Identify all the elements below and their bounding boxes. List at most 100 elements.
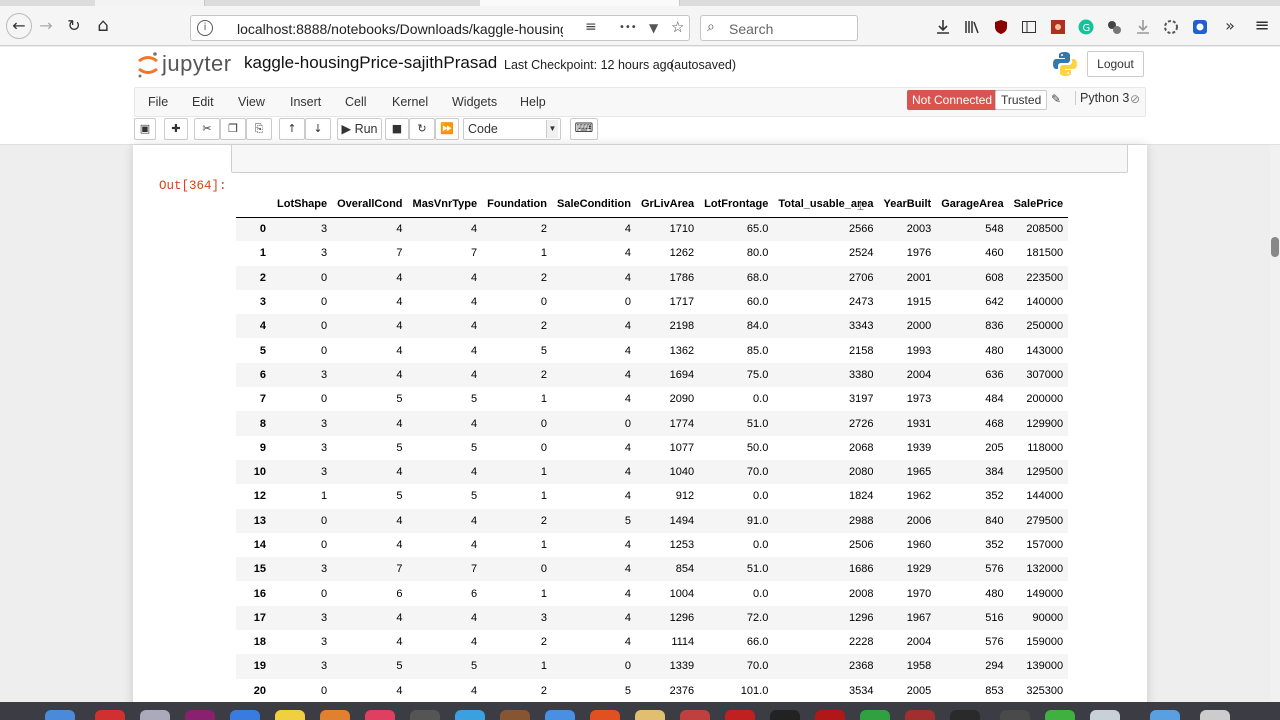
search-placeholder: Search xyxy=(729,21,774,37)
reload-icon[interactable]: ↻ xyxy=(62,14,86,38)
dock-app-icon[interactable] xyxy=(230,710,260,720)
dock-trash-icon[interactable] xyxy=(1200,710,1230,720)
home-icon[interactable]: ⌂ xyxy=(91,14,115,38)
jupyter-logo-icon[interactable] xyxy=(136,50,160,80)
dock-app-icon[interactable] xyxy=(725,710,755,720)
menu-kernel[interactable]: Kernel xyxy=(392,95,428,109)
site-info-icon[interactable]: i xyxy=(197,20,213,36)
grammarly-icon[interactable]: G xyxy=(1078,19,1094,35)
bookmark-star-icon[interactable]: ☆ xyxy=(671,18,684,36)
table-cell: 3 xyxy=(321,223,328,236)
previous-code-cell[interactable] xyxy=(231,145,1128,173)
hamburger-menu-icon[interactable]: ≡ xyxy=(1250,14,1274,38)
cell-type-select[interactable]: Code ▼ xyxy=(463,118,561,140)
restart-run-all-icon[interactable]: ⏩ xyxy=(435,118,459,140)
menu-edit[interactable]: Edit xyxy=(192,95,214,109)
move-down-icon[interactable]: ↓ xyxy=(305,118,331,140)
run-button[interactable]: ▶ Run xyxy=(337,118,382,140)
paste-icon[interactable]: ⎘ xyxy=(246,118,272,140)
url-bar[interactable]: i localhost:8888/notebooks/Downloads/kag… xyxy=(190,15,690,41)
extension-gear-icon[interactable] xyxy=(1163,19,1179,35)
dock-app-icon[interactable] xyxy=(95,710,125,720)
dock-app-icon[interactable] xyxy=(1045,710,1075,720)
dock-folder-icon[interactable] xyxy=(1150,710,1180,720)
table-cell: 2080 xyxy=(849,466,874,479)
cut-icon[interactable]: ✂ xyxy=(194,118,220,140)
table-cell: 2005 xyxy=(906,684,932,697)
pocket-icon[interactable]: ▼ xyxy=(649,21,658,35)
dock-app-icon[interactable] xyxy=(815,710,845,720)
sidebar-icon[interactable] xyxy=(1021,19,1037,35)
dock-app-icon[interactable] xyxy=(1090,710,1120,720)
dock-notes-icon[interactable] xyxy=(275,710,305,720)
row-index: 13 xyxy=(253,514,266,527)
pencil-icon[interactable]: ✎ xyxy=(1051,92,1061,106)
jupyter-logo-text[interactable]: jupyter xyxy=(162,51,232,77)
notebook-title[interactable]: kaggle-housingPrice-sajithPrasad xyxy=(244,53,497,73)
table-cell: 159000 xyxy=(1026,636,1064,649)
dock-app-icon[interactable] xyxy=(950,710,980,720)
menu-file[interactable]: File xyxy=(148,95,168,109)
add-cell-icon[interactable]: ✚ xyxy=(164,118,188,140)
dock-app-icon[interactable] xyxy=(140,710,170,720)
dock-app-icon[interactable] xyxy=(860,710,890,720)
extension-dots-icon[interactable] xyxy=(1106,19,1122,35)
table-cell: 294 xyxy=(985,660,1004,673)
table-cell: 836 xyxy=(985,320,1004,333)
copy-icon[interactable]: ❐ xyxy=(220,118,246,140)
table-cell: 1296 xyxy=(849,611,874,624)
dock-app-icon[interactable] xyxy=(500,710,530,720)
table-cell: 1 xyxy=(540,539,547,551)
search-input[interactable]: ⌕ Search xyxy=(700,15,858,41)
trusted-badge[interactable]: Trusted xyxy=(995,90,1048,110)
logout-button[interactable]: Logout xyxy=(1087,51,1144,77)
extension-blue-icon[interactable] xyxy=(1192,19,1208,35)
extension-red-icon[interactable] xyxy=(1050,19,1066,35)
url-text: localhost:8888/notebooks/Downloads/kaggl… xyxy=(237,21,563,37)
dock-app-icon[interactable] xyxy=(1000,710,1030,720)
kernel-status-badge[interactable]: Not Connected xyxy=(907,90,998,110)
overflow-chevron-icon[interactable]: » xyxy=(1218,14,1242,38)
row-index: 17 xyxy=(253,611,266,624)
menu-help[interactable]: Help xyxy=(520,95,546,109)
menu-view[interactable]: View xyxy=(238,95,265,109)
page-scrollbar[interactable] xyxy=(1270,145,1280,705)
table-row: 13 0 4 4 2 5 1494 91.0 2988 2006 840 279500 xyxy=(236,508,1069,533)
table-cell: 101.0 xyxy=(740,684,769,697)
table-cell: 149000 xyxy=(1026,587,1064,600)
dock-app-icon[interactable] xyxy=(320,710,350,720)
save-icon[interactable]: ▣ xyxy=(134,118,156,140)
back-icon[interactable]: ← xyxy=(6,13,32,39)
keyboard-icon[interactable]: ⌨ xyxy=(570,118,598,140)
table-cell: 4 xyxy=(471,223,478,236)
library-icon[interactable] xyxy=(964,19,980,35)
ublock-icon[interactable] xyxy=(993,19,1009,35)
scrollbar-thumb[interactable] xyxy=(1271,237,1279,257)
dock-app-icon[interactable] xyxy=(455,710,485,720)
dock-app-icon[interactable] xyxy=(680,710,710,720)
table-cell: 2376 xyxy=(669,684,695,697)
reader-view-icon[interactable]: ≡ xyxy=(585,19,597,35)
dock-app-icon[interactable] xyxy=(545,710,575,720)
page-actions-icon[interactable]: ••• xyxy=(619,22,637,33)
dock-firefox-icon[interactable] xyxy=(590,710,620,720)
dock-finder-icon[interactable] xyxy=(45,710,75,720)
download-arrow-icon[interactable] xyxy=(1135,19,1151,35)
kernel-name[interactable]: Python 3 xyxy=(1075,91,1129,105)
dock-app-icon[interactable] xyxy=(905,710,935,720)
dock-music-icon[interactable] xyxy=(365,710,395,720)
move-up-icon[interactable]: ↑ xyxy=(279,118,305,140)
dock-app-icon[interactable] xyxy=(635,710,665,720)
dock-app-icon[interactable] xyxy=(410,710,440,720)
table-cell: 4 xyxy=(471,514,478,527)
table-cell: 3343 xyxy=(849,320,874,333)
forward-icon[interactable]: → xyxy=(34,14,58,38)
dock-terminal-icon[interactable] xyxy=(770,710,800,720)
downloads-icon[interactable] xyxy=(935,19,951,35)
menu-insert[interactable]: Insert xyxy=(290,95,321,109)
restart-icon[interactable]: ↻ xyxy=(409,118,435,140)
menu-widgets[interactable]: Widgets xyxy=(452,95,497,109)
dock-app-icon[interactable] xyxy=(185,710,215,720)
menu-cell[interactable]: Cell xyxy=(345,95,367,109)
stop-icon[interactable]: ■ xyxy=(385,118,409,140)
